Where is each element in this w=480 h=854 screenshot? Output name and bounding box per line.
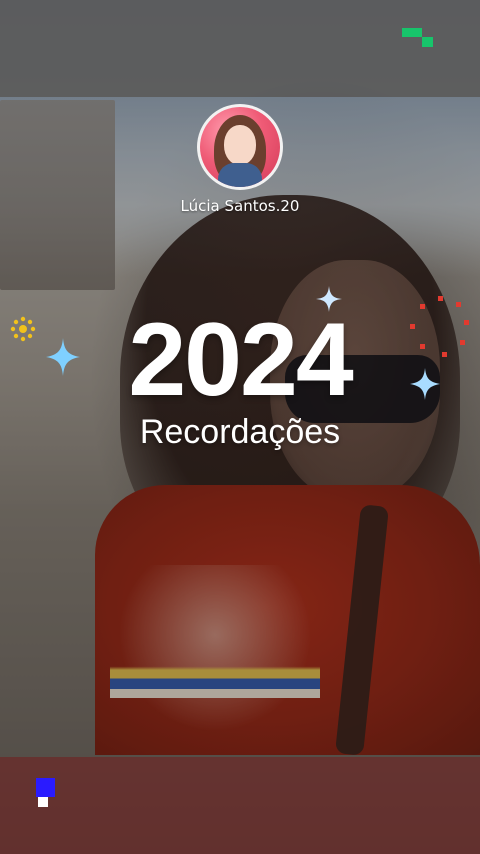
pixel-green-icon — [402, 28, 433, 47]
pixel-blue-icon — [36, 778, 55, 807]
memories-title: Recordações — [139, 413, 341, 451]
profile-avatar[interactable] — [197, 104, 283, 190]
profile-username[interactable]: Lúcia Santos.20 — [0, 197, 480, 215]
avatar-image — [200, 107, 280, 187]
bottom-blur-band — [0, 757, 480, 854]
year-title: 2024 — [128, 302, 353, 418]
